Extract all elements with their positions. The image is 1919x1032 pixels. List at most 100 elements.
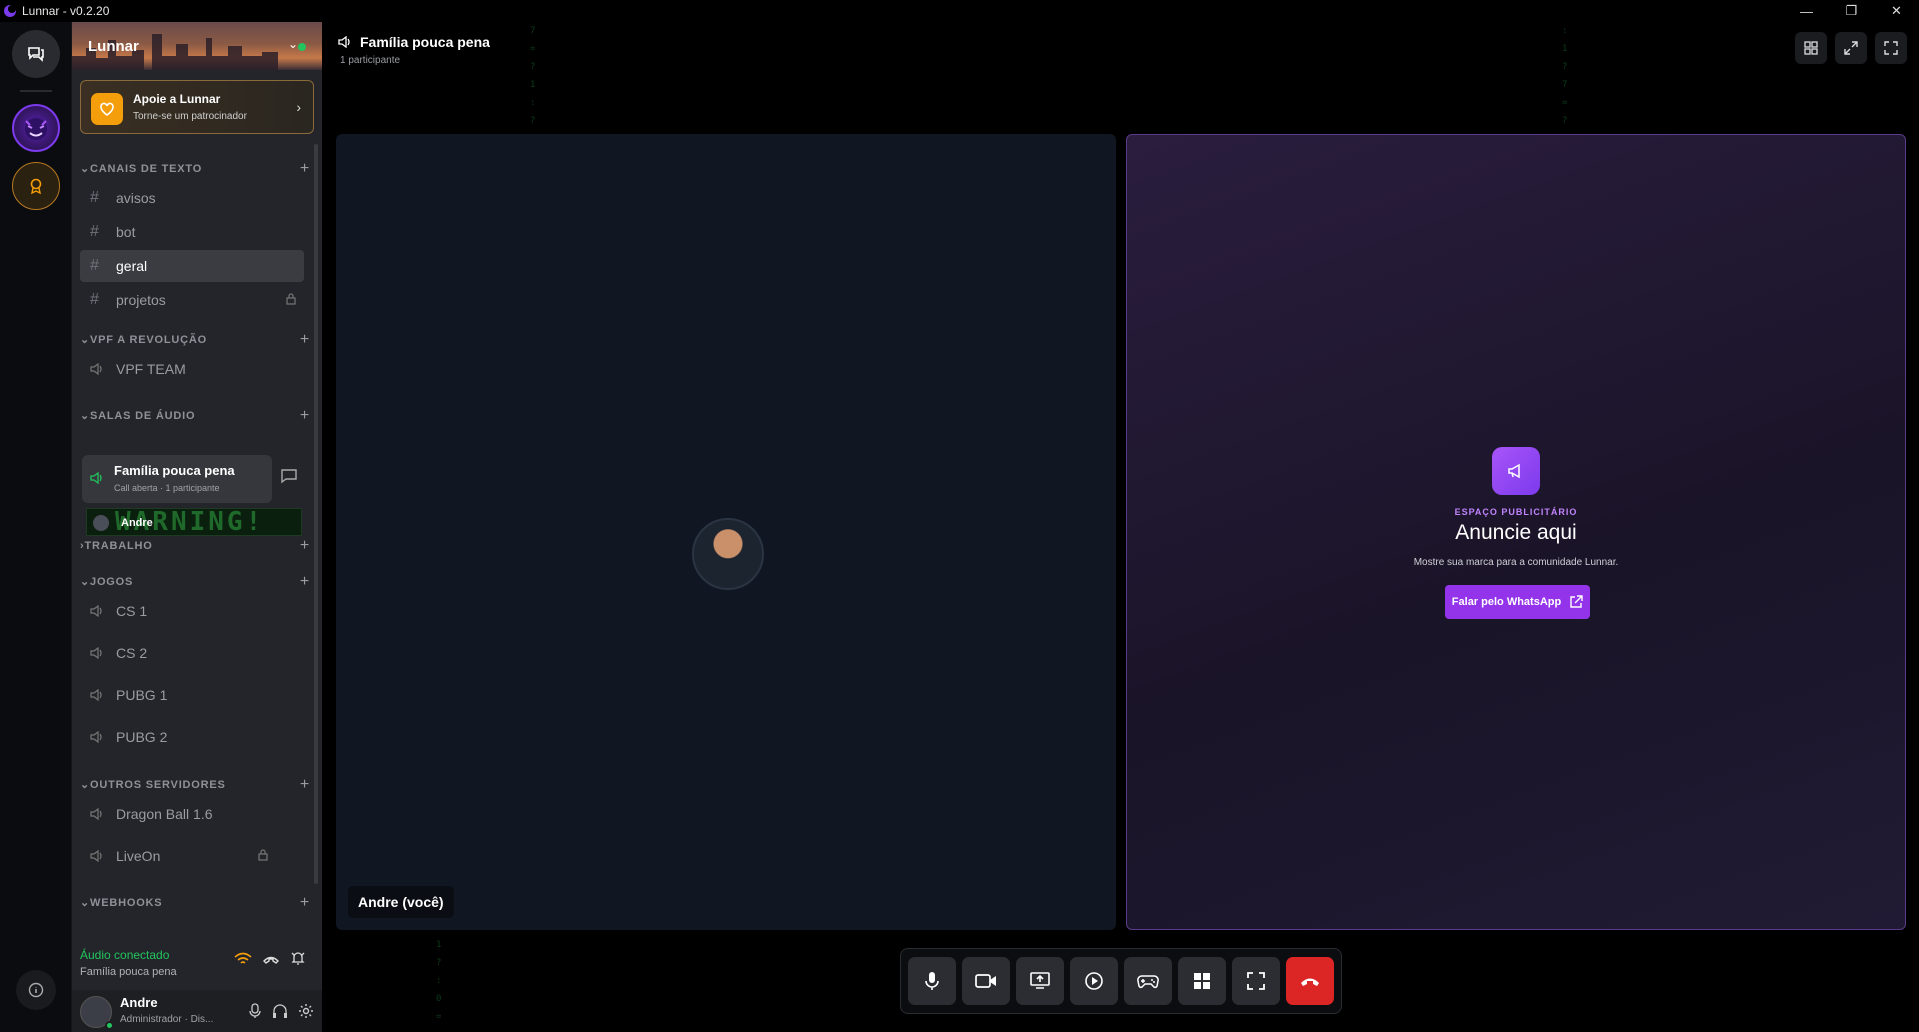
connection-status: Áudio conectado (80, 948, 170, 962)
matrix-rain-decoration: : 1 ? 7 = ? (1562, 26, 1568, 126)
bell-icon[interactable] (290, 950, 306, 966)
headphones-icon[interactable] (272, 1003, 288, 1019)
external-link-icon (1570, 595, 1583, 608)
restore-button[interactable]: ❐ (1829, 0, 1874, 22)
support-subtitle: Torne-se um patrocinador (133, 111, 247, 122)
channel-bot[interactable]: # bot (80, 216, 304, 248)
minimize-button[interactable]: — (1784, 0, 1829, 22)
server-header[interactable]: Lunnar ⌄ (72, 22, 322, 70)
server-name: Lunnar (88, 38, 139, 55)
rail-separator (20, 90, 52, 92)
channel-cs2[interactable]: CS 2 (80, 637, 304, 669)
sidebar-scrollbar[interactable] (314, 144, 318, 884)
chevron-down-icon: ⌄ (80, 779, 91, 791)
avatar (692, 518, 764, 590)
category-jogos[interactable]: ⌄ JOGOS + (80, 573, 310, 591)
add-channel-icon[interactable]: + (300, 573, 310, 591)
ad-headline: Anuncie aqui (1455, 521, 1577, 544)
add-channel-icon[interactable]: + (300, 537, 310, 555)
add-channel-icon[interactable]: + (300, 407, 310, 425)
award-icon (30, 178, 42, 195)
channel-projetos[interactable]: # projetos (80, 284, 304, 316)
view-tools (1795, 32, 1907, 64)
active-audio-room[interactable]: Família pouca pena Call aberta · 1 parti… (82, 455, 272, 503)
support-banner[interactable]: Apoie a Lunnar Torne-se um patrocinador … (80, 80, 314, 134)
channel-liveon[interactable]: LiveOn (80, 840, 276, 872)
grid-icon (1194, 973, 1210, 989)
ad-description: Mostre sua marca para a comunidade Lunna… (1413, 557, 1619, 568)
screen-share-button[interactable] (1016, 957, 1064, 1005)
chevron-right-icon: › (296, 99, 301, 115)
lock-icon (258, 848, 268, 864)
signal-icon[interactable] (234, 952, 252, 966)
self-video-tile[interactable]: Andre (você) (336, 134, 1116, 930)
matrix-rain-decoration: 1 ? : 0 = (436, 940, 442, 1022)
mic-button[interactable] (908, 957, 956, 1005)
category-audio-rooms[interactable]: ⌄ SALAS DE ÁUDIO + (80, 407, 310, 425)
gamepad-button[interactable] (1124, 957, 1172, 1005)
channel-geral[interactable]: # geral (80, 250, 304, 282)
chevron-down-icon: ⌄ (80, 410, 91, 422)
channel-pubg1[interactable]: PUBG 1 (80, 679, 304, 711)
chevron-down-icon: ⌄ (80, 897, 91, 909)
lock-icon (286, 292, 296, 308)
gamepad-icon (1137, 975, 1159, 989)
audio-member-banner[interactable]: WARNING! Andre (86, 508, 302, 536)
category-vpf[interactable]: ⌄ VPF A REVOLUÇÃO + (80, 331, 310, 349)
achievements-button[interactable] (12, 162, 60, 210)
layout-button[interactable] (1178, 957, 1226, 1005)
info-button[interactable] (16, 970, 56, 1010)
server-rail (0, 22, 72, 1032)
chevron-down-icon: ⌄ (80, 334, 91, 346)
channel-cs1[interactable]: CS 1 (80, 595, 304, 627)
call-title: Família pouca pena (360, 34, 490, 50)
hash-icon: # (90, 189, 99, 206)
add-channel-icon[interactable]: + (300, 894, 310, 912)
grid-icon (1804, 41, 1818, 55)
server-lunnar-icon[interactable] (12, 104, 60, 152)
room-chat-icon[interactable] (280, 468, 298, 489)
user-name: Andre (120, 995, 158, 1010)
avatar (93, 515, 109, 531)
channel-vpf-team[interactable]: VPF TEAM (80, 353, 304, 385)
call-view: 7 = ? 1 : ? 0 : 1 ? 7 = ? 1 ? : 0 = Famí… (322, 22, 1919, 1032)
mic-icon (925, 972, 939, 990)
close-button[interactable]: ✕ (1874, 0, 1919, 22)
play-button[interactable] (1070, 957, 1118, 1005)
hash-icon: # (90, 291, 99, 308)
channel-dragon-ball[interactable]: Dragon Ball 1.6 (80, 798, 304, 830)
mic-icon[interactable] (248, 1003, 262, 1019)
category-text-channels[interactable]: ⌄ CANAIS DE TEXTO + (80, 160, 310, 178)
fullscreen-button[interactable] (1875, 32, 1907, 64)
chevron-down-icon: ⌄ (80, 576, 91, 588)
fullscreen-call-button[interactable] (1232, 957, 1280, 1005)
hangup-button[interactable] (1286, 957, 1334, 1005)
whatsapp-button[interactable]: Falar pelo WhatsApp (1445, 585, 1590, 619)
voice-connection-panel: Áudio conectado Família pouca pena (72, 934, 322, 990)
chevron-down-icon: ⌄ (287, 37, 298, 51)
online-status-dot (105, 1021, 114, 1030)
add-channel-icon[interactable]: + (300, 331, 310, 349)
title-bar: Lunnar - v0.2.20 — ❐ ✕ (0, 0, 1919, 22)
megaphone-icon (1492, 447, 1540, 495)
grid-view-button[interactable] (1795, 32, 1827, 64)
add-channel-icon[interactable]: + (300, 776, 310, 794)
hangup-icon (1301, 978, 1319, 986)
add-channel-icon[interactable]: + (300, 160, 310, 178)
user-role: Administrador · Dis... (120, 1014, 214, 1025)
expand-button[interactable] (1835, 32, 1867, 64)
call-header: Família pouca pena 1 participante (338, 34, 490, 66)
category-outros-servidores[interactable]: ⌄ OUTROS SERVIDORES + (80, 776, 310, 794)
channel-pubg2[interactable]: PUBG 2 (80, 721, 304, 753)
category-webhooks[interactable]: ⌄ WEBHOOKS + (80, 894, 310, 912)
category-trabalho[interactable]: › TRABALHO + (80, 537, 310, 555)
disconnect-icon[interactable] (262, 954, 280, 964)
fullscreen-icon (1884, 41, 1898, 55)
online-dot (298, 43, 306, 51)
speaker-icon (90, 850, 108, 862)
direct-messages-button[interactable] (12, 30, 60, 78)
gear-icon[interactable] (298, 1003, 314, 1019)
camera-button[interactable] (962, 957, 1010, 1005)
channel-avisos[interactable]: # avisos (80, 182, 304, 214)
speaker-active-icon (90, 471, 104, 489)
